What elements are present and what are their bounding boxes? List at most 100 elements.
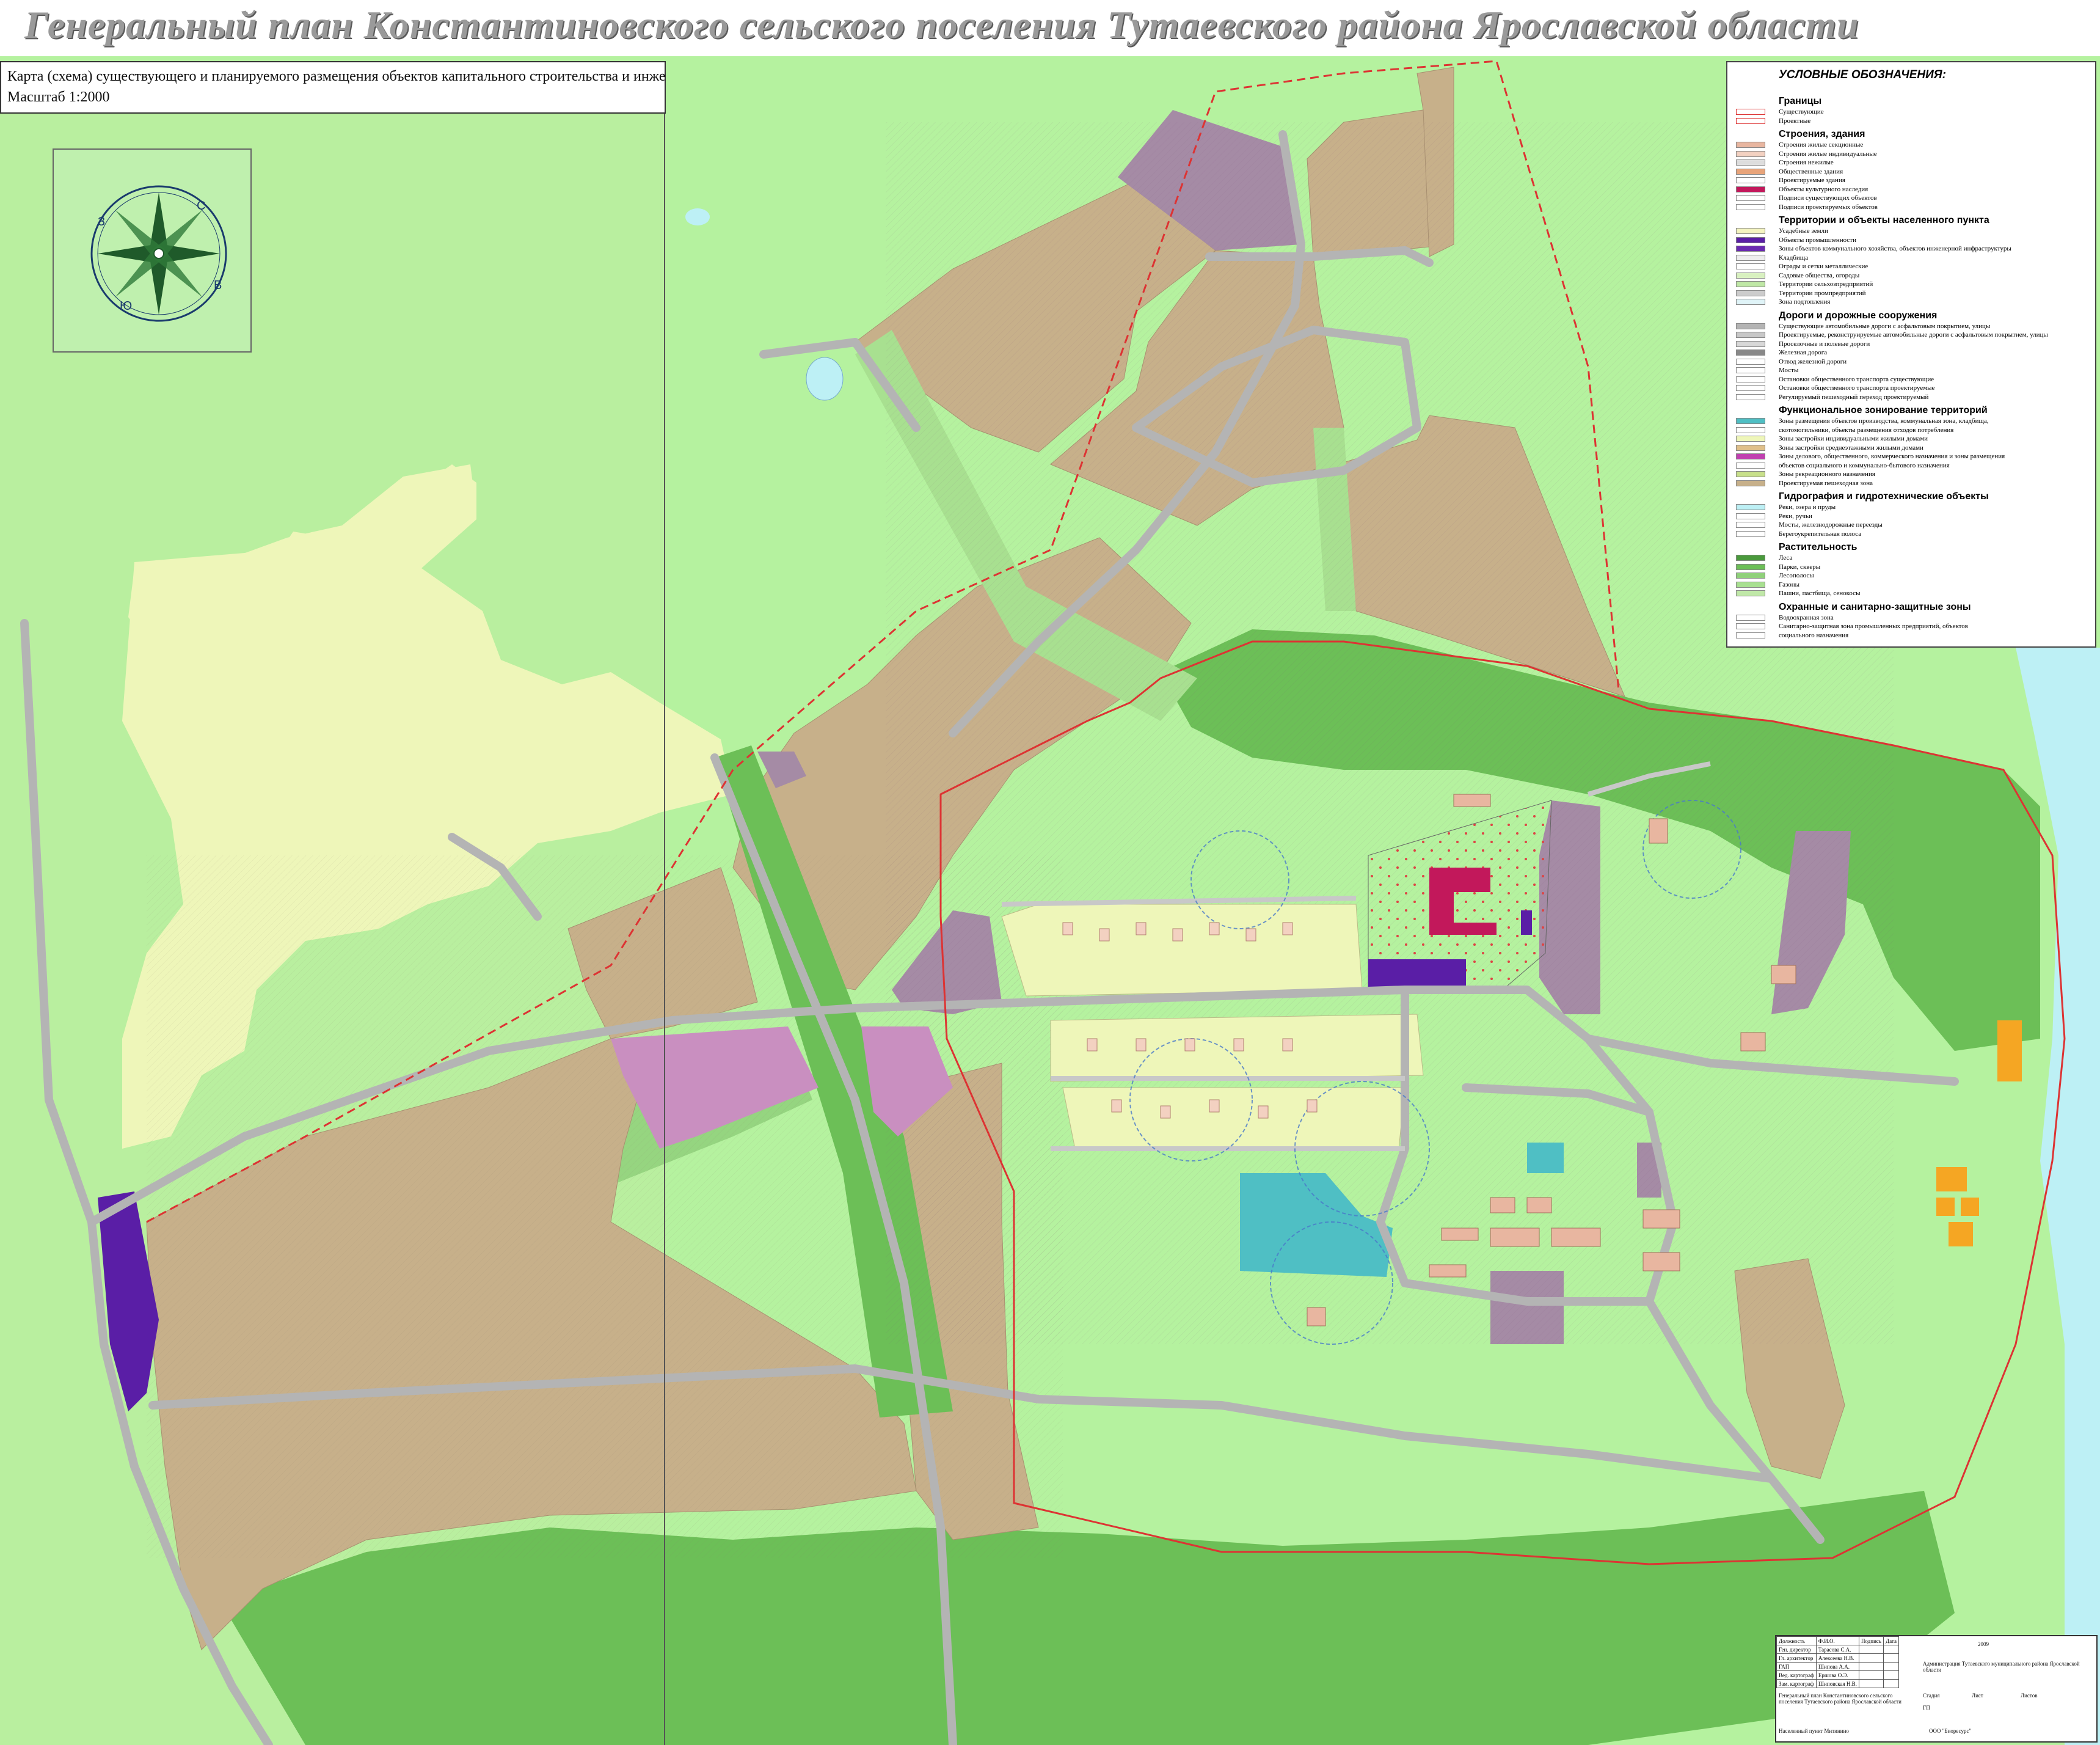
orange-block-4 xyxy=(1961,1198,1979,1216)
stamp-project: Генеральный план Константиновского сельс… xyxy=(1779,1692,1901,1705)
building xyxy=(1642,1252,1680,1271)
legend-item: Леса xyxy=(1736,554,2087,563)
stamp-person: Тарасова С.А. xyxy=(1815,1645,1859,1654)
building xyxy=(1490,1197,1515,1213)
legend-swatch xyxy=(1736,504,1765,511)
legend-item: Мосты, железнодорожные переезды xyxy=(1736,521,2087,530)
legend-item-label: Водоохранная зона xyxy=(1779,613,1834,621)
legend-item-label: Реки, ручьи xyxy=(1779,512,1812,520)
legend-item-label: Садовые общества, огороды xyxy=(1779,271,1860,279)
legend-section-title: Строения, здания xyxy=(1779,129,1865,139)
legend-item: Берегоукрепительная полоса xyxy=(1736,530,2087,539)
legend-item-label: Отвод железной дороги xyxy=(1779,357,1847,365)
legend-item: Зоны размещения объектов производства, к… xyxy=(1736,417,2087,426)
legend-swatch xyxy=(1736,323,1765,329)
legend-item-label: Строения жилые индивидуальные xyxy=(1779,150,1877,158)
legend-swatch xyxy=(1736,195,1765,202)
house xyxy=(1111,1099,1122,1113)
legend-item: Строения жилые индивидуальные xyxy=(1736,150,2087,159)
legend-item: Усадебные земли xyxy=(1736,227,2087,236)
legend-item: Зоны объектов коммунального хозяйства, о… xyxy=(1736,244,2087,254)
legend-swatch xyxy=(1736,236,1765,243)
title-block: Должность Ф.И.О. Подпись Дата Ген. дирек… xyxy=(1775,1635,2098,1743)
legend-item-label: Проектируемые здания xyxy=(1779,177,1845,185)
legend-item: Отвод железной дороги xyxy=(1736,357,2087,367)
stamp-header: Ф.И.О. xyxy=(1815,1636,1859,1645)
map-title: Генеральный план Константиновского сельс… xyxy=(24,3,1859,46)
legend-item-label: Зоны объектов коммунального хозяйства, о… xyxy=(1779,245,2011,253)
orange-block-3 xyxy=(1936,1198,1955,1216)
stamp-role: Вед. картограф xyxy=(1776,1670,1817,1680)
legend-swatch xyxy=(1736,623,1765,630)
house xyxy=(1087,1038,1098,1052)
building xyxy=(1307,1307,1326,1326)
legend-swatch xyxy=(1736,376,1765,382)
legend-item: Существующие автомобильные дороги с асфа… xyxy=(1736,322,2087,331)
legend-section-title: Гидрография и гидротехнические объекты xyxy=(1779,491,1989,502)
legend-item: Остановки общественного транспорта проек… xyxy=(1736,384,2087,393)
stamp-company: ООО "Биоресурс" xyxy=(1929,1728,1972,1734)
legend-swatch xyxy=(1736,299,1765,305)
building xyxy=(1453,794,1491,807)
legend-item-label: Проселочные и полевые дороги xyxy=(1779,340,1870,348)
stamp-section: Населенный пункт Митинино xyxy=(1779,1728,1849,1734)
legend-item: Зона подтопления xyxy=(1736,298,2087,307)
legend-swatch xyxy=(1736,281,1765,288)
house xyxy=(1062,922,1073,935)
legend-item: Проектируемая пешеходная зона xyxy=(1736,479,2087,488)
stamp-role: Ген. директор xyxy=(1776,1645,1817,1654)
legend-section-title: Дороги и дорожные сооружения xyxy=(1779,310,1938,321)
legend-item-label: Реки, озера и пруды xyxy=(1779,503,1836,511)
legend-swatch xyxy=(1736,522,1765,529)
legend-item: Существующие xyxy=(1736,108,2087,117)
legend-item: Зоны застройки среднеэтажными жилыми дом… xyxy=(1736,444,2087,453)
stamp-sheets-label: Листов xyxy=(2021,1692,2038,1699)
legend-item: Зоны застройки индивидуальными жилыми до… xyxy=(1736,434,2087,444)
legend-item-label: скотомогильники, объекты размещения отхо… xyxy=(1779,426,1954,434)
stamp-role: Зам. картограф xyxy=(1776,1679,1817,1688)
house xyxy=(1209,922,1220,935)
legend-item-label: Санитарно-защитная зона промышленных пре… xyxy=(1779,623,1969,631)
building xyxy=(1740,1032,1766,1052)
legend-swatch xyxy=(1736,385,1765,392)
pond xyxy=(806,357,844,401)
legend-item-label: Лесополосы xyxy=(1779,572,1814,580)
legend-item-label: Существующие xyxy=(1779,108,1824,116)
legend-swatch xyxy=(1736,203,1765,210)
legend-section-title: Функциональное зонирование территорий xyxy=(1779,405,1988,415)
house xyxy=(1245,928,1256,942)
legend-item: Проектные xyxy=(1736,117,2087,126)
legend-swatch xyxy=(1736,462,1765,469)
compass-west: З xyxy=(98,215,105,229)
legend-item-label: Подписи существующих объектов xyxy=(1779,194,1877,202)
house xyxy=(1099,928,1110,942)
compass-east: В xyxy=(214,279,222,292)
stamp-header: Должность xyxy=(1776,1636,1817,1645)
legend-title: УСЛОВНЫЕ ОБОЗНАЧЕНИЯ: xyxy=(1779,68,1946,81)
stamp-header: Дата xyxy=(1883,1636,1899,1645)
legend-item-label: Мосты, железнодорожные переезды xyxy=(1779,521,1883,529)
legend-item-label: Территории промпредприятий xyxy=(1779,289,1866,297)
legend-item-label: Кладбища xyxy=(1779,254,1809,262)
building xyxy=(1526,1197,1552,1213)
legend-item-label: Ограды и сетки металлические xyxy=(1779,263,1868,271)
house xyxy=(1209,1099,1220,1113)
legend-swatch xyxy=(1736,444,1765,451)
pond-north xyxy=(685,208,710,225)
compass-rose: С Ю В З xyxy=(53,148,252,353)
legend-item-label: Леса xyxy=(1779,554,1793,562)
stamp-person: Ершова О.Э. xyxy=(1815,1670,1859,1680)
legend-item: Зоны рекреационного назначения xyxy=(1736,470,2087,479)
legend-item: Проселочные и полевые дороги xyxy=(1736,340,2087,349)
legend-swatch xyxy=(1736,555,1765,562)
legend-section-title: Границы xyxy=(1779,96,1822,106)
stamp-role: ГАП xyxy=(1776,1662,1817,1671)
legend-item-label: Регулируемый пешеходный переход проектир… xyxy=(1779,393,1929,401)
legend-item-label: Зоны рекреационного назначения xyxy=(1779,470,1875,478)
legend-item: Водоохранная зона xyxy=(1736,613,2087,623)
house xyxy=(1136,922,1147,935)
legend-item-label: Строения жилые секционные xyxy=(1779,141,1864,149)
compass-icon: С Ю В З xyxy=(90,185,227,322)
house xyxy=(1307,1099,1318,1113)
orange-block-1 xyxy=(1997,1020,2022,1081)
